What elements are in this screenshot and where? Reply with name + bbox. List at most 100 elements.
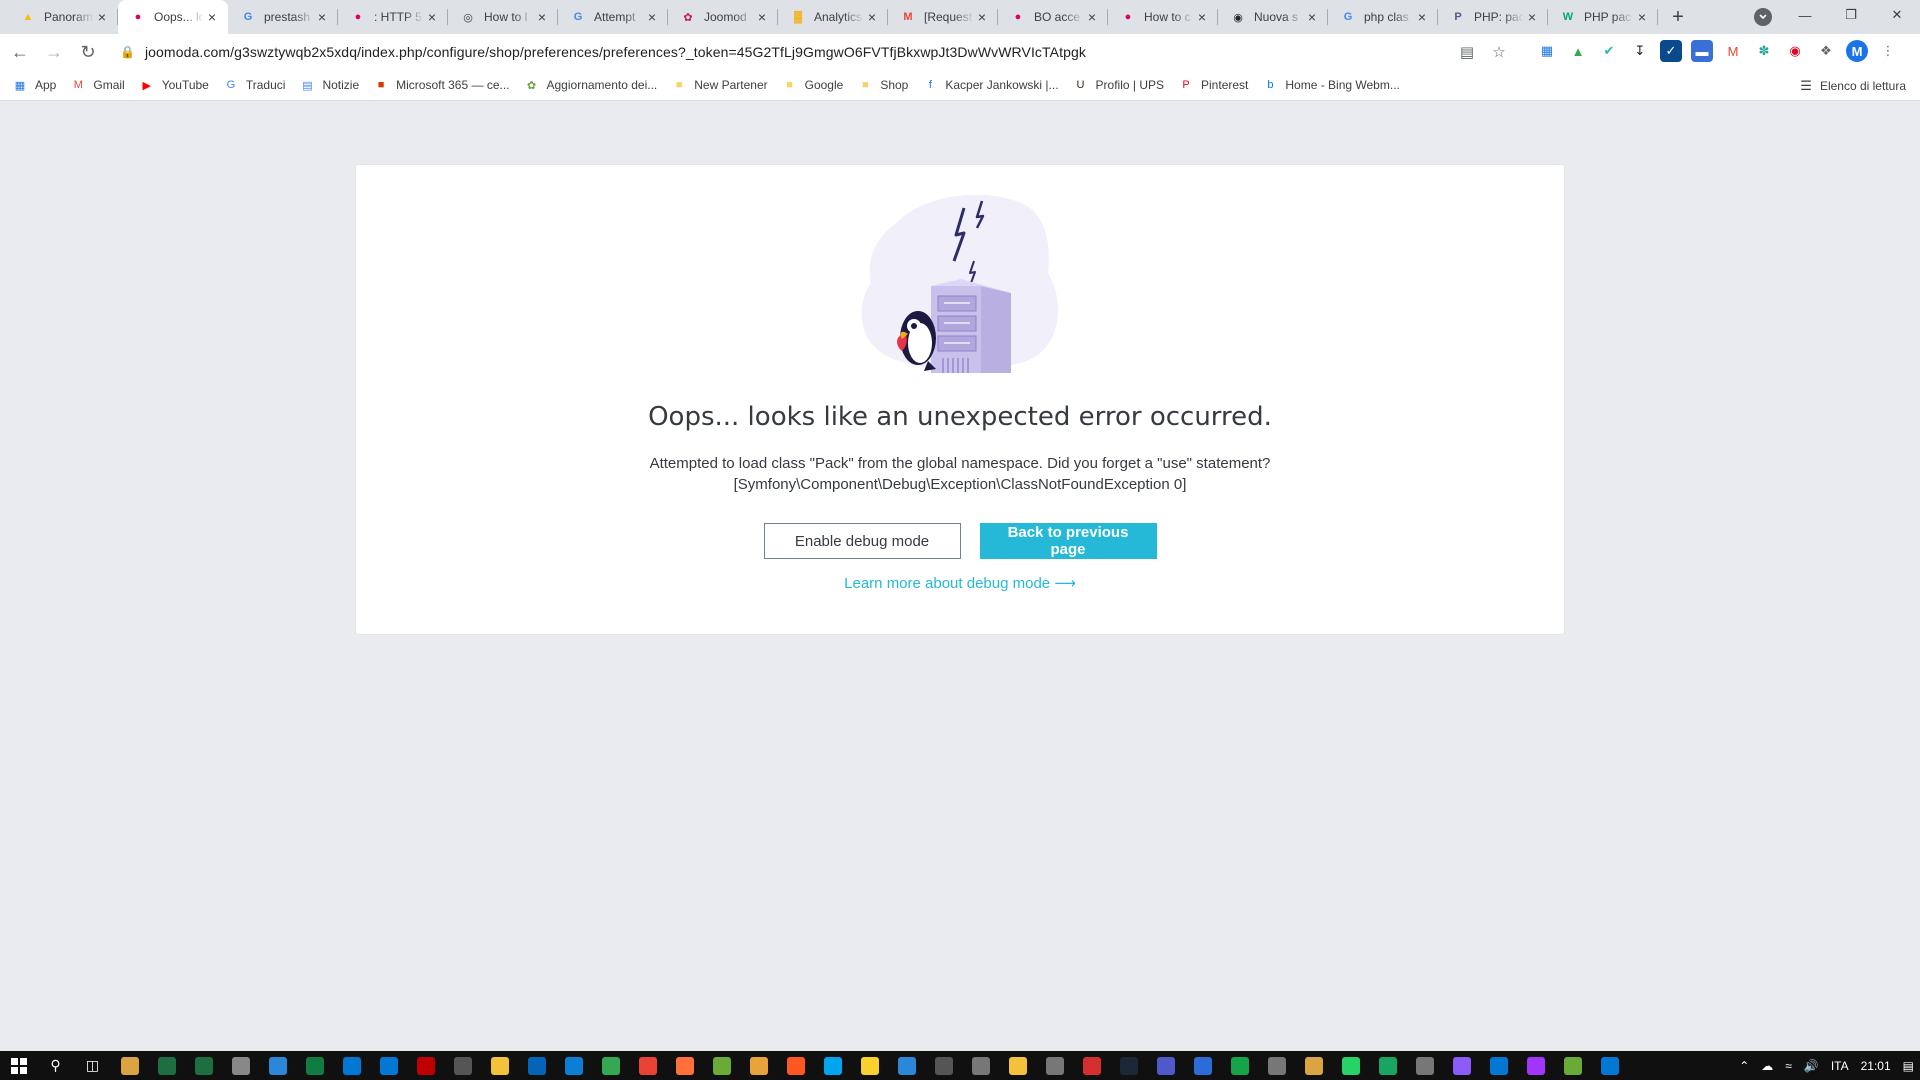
- excel-icon[interactable]: [148, 1051, 185, 1080]
- tab-6[interactable]: ✿ Joomod ×: [668, 0, 778, 34]
- close-tab-icon[interactable]: ×: [1084, 9, 1100, 25]
- close-tab-icon[interactable]: ×: [974, 9, 990, 25]
- app-icon[interactable]: [1406, 1051, 1443, 1080]
- tab-8[interactable]: M [Request ×: [888, 0, 998, 34]
- messenger-icon[interactable]: [1517, 1051, 1554, 1080]
- language-indicator[interactable]: ITA: [1831, 1059, 1849, 1073]
- url-text[interactable]: joomoda.com/g3swztywqb2x5xdq/index.php/c…: [145, 44, 1086, 60]
- tab-13[interactable]: P PHP: pac ×: [1438, 0, 1548, 34]
- onedrive-icon[interactable]: [518, 1051, 555, 1080]
- teams-icon[interactable]: [1147, 1051, 1184, 1080]
- edge-icon[interactable]: [555, 1051, 592, 1080]
- bookmark-star-icon[interactable]: ☆: [1490, 43, 1508, 61]
- close-tab-icon[interactable]: ×: [1524, 9, 1540, 25]
- close-tab-icon[interactable]: ×: [1414, 9, 1430, 25]
- reading-list[interactable]: ☰ Elenco di lettura: [1800, 78, 1906, 94]
- reload-icon[interactable]: ↻: [74, 38, 102, 66]
- close-tab-icon[interactable]: ×: [754, 9, 770, 25]
- tab-5[interactable]: G Attempt ×: [558, 0, 668, 34]
- clock[interactable]: 21:01: [1861, 1059, 1891, 1073]
- tab-2[interactable]: Gprestash ×: [228, 0, 338, 34]
- extension-icon[interactable]: ✓: [1660, 40, 1682, 62]
- bookmark-item[interactable]: ■ Microsoft 365 — ce...: [373, 77, 510, 93]
- app-icon[interactable]: [1554, 1051, 1591, 1080]
- tab-4[interactable]: ◎ How to l ×: [448, 0, 558, 34]
- menu-dots-icon[interactable]: ⋮: [1877, 40, 1899, 62]
- steam-icon[interactable]: [1110, 1051, 1147, 1080]
- app-icon[interactable]: [777, 1051, 814, 1080]
- lock-icon[interactable]: 🔒: [120, 45, 135, 59]
- gmail-extension-icon[interactable]: M: [1722, 40, 1744, 62]
- back-arrow-icon[interactable]: ←: [6, 38, 34, 66]
- bookmark-item[interactable]: ■ New Partener: [671, 77, 768, 93]
- app-icon[interactable]: [1480, 1051, 1517, 1080]
- back-to-previous-page-button[interactable]: Back to previous page: [979, 523, 1157, 559]
- store-icon[interactable]: [444, 1051, 481, 1080]
- app-icon[interactable]: [703, 1051, 740, 1080]
- calculator-icon[interactable]: [925, 1051, 962, 1080]
- close-tab-icon[interactable]: ×: [1194, 9, 1210, 25]
- close-tab-icon[interactable]: ×: [204, 9, 220, 25]
- bookmark-item[interactable]: ✿ Aggiornamento dei...: [524, 77, 657, 93]
- mail-icon[interactable]: [370, 1051, 407, 1080]
- restore-icon[interactable]: ❐: [1828, 0, 1874, 30]
- task-view-icon[interactable]: ◫: [74, 1051, 111, 1080]
- explorer-icon[interactable]: [481, 1051, 518, 1080]
- outlook-icon[interactable]: [333, 1051, 370, 1080]
- app-icon[interactable]: [1036, 1051, 1073, 1080]
- bookmark-item[interactable]: M Gmail: [70, 77, 125, 93]
- file-manager-icon[interactable]: [111, 1051, 148, 1080]
- bookmark-item[interactable]: ■ Google: [782, 77, 843, 93]
- close-tab-icon[interactable]: ×: [1304, 9, 1320, 25]
- wifi-icon[interactable]: ≈: [1785, 1059, 1792, 1073]
- bookmark-item[interactable]: G Traduci: [223, 77, 286, 93]
- volume-icon[interactable]: 🔊: [1804, 1059, 1819, 1073]
- bookmark-item[interactable]: ▦ App: [12, 77, 57, 93]
- app-icon[interactable]: [259, 1051, 296, 1080]
- excel-icon[interactable]: [296, 1051, 333, 1080]
- app-icon[interactable]: [962, 1051, 999, 1080]
- bookmark-item[interactable]: b Home - Bing Webm...: [1262, 77, 1400, 93]
- chevron-up-icon[interactable]: ⌃: [1739, 1059, 1749, 1073]
- tab-14[interactable]: W PHP pac ×: [1548, 0, 1658, 34]
- avatar[interactable]: M: [1846, 40, 1868, 62]
- extension-icon[interactable]: ✔: [1598, 40, 1620, 62]
- acrobat-icon[interactable]: [1073, 1051, 1110, 1080]
- app-icon[interactable]: [814, 1051, 851, 1080]
- tab-0[interactable]: ▲ Panoram ×: [8, 0, 118, 34]
- bookmark-item[interactable]: ▶ YouTube: [139, 77, 208, 93]
- extension-icon[interactable]: ✽: [1753, 40, 1775, 62]
- app-icon[interactable]: [740, 1051, 777, 1080]
- bookmark-item[interactable]: ▤ Notizie: [299, 77, 359, 93]
- app-icon[interactable]: [1295, 1051, 1332, 1080]
- extension-icon[interactable]: ▦: [1536, 40, 1558, 62]
- notifications-icon[interactable]: ▤: [1903, 1059, 1914, 1073]
- bookmark-item[interactable]: P Pinterest: [1178, 77, 1248, 93]
- close-tab-icon[interactable]: ×: [314, 9, 330, 25]
- search-icon[interactable]: ⚲: [37, 1051, 74, 1080]
- close-tab-icon[interactable]: ×: [94, 9, 110, 25]
- app-icon[interactable]: [1443, 1051, 1480, 1080]
- tab-search-icon[interactable]: [1754, 8, 1772, 26]
- learn-more-link[interactable]: Learn more about debug mode ⟶: [356, 574, 1564, 592]
- windows-start-icon[interactable]: [0, 1051, 37, 1080]
- tab-7[interactable]: ▓ Analytics ×: [778, 0, 888, 34]
- tab-12[interactable]: Gphp clas ×: [1328, 0, 1438, 34]
- app-icon[interactable]: [1221, 1051, 1258, 1080]
- bookmark-item[interactable]: f Kacper Jankowski |...: [922, 77, 1059, 93]
- bookmark-item[interactable]: U Profilo | UPS: [1073, 77, 1164, 93]
- tab-10[interactable]: ● How to c ×: [1108, 0, 1218, 34]
- translate-icon[interactable]: ▤: [1458, 43, 1476, 61]
- close-tab-icon[interactable]: ×: [1634, 9, 1650, 25]
- sticky-notes-icon[interactable]: [851, 1051, 888, 1080]
- chrome-icon[interactable]: [592, 1051, 629, 1080]
- tab-3[interactable]: ●: HTTP 5 ×: [338, 0, 448, 34]
- calendar-icon[interactable]: [888, 1051, 925, 1080]
- tab-1[interactable]: ● Oops... lo ×: [118, 0, 228, 34]
- close-tab-icon[interactable]: ×: [424, 9, 440, 25]
- cloud-icon[interactable]: ☁: [1761, 1059, 1773, 1073]
- bookmark-item[interactable]: ■ Shop: [857, 77, 908, 93]
- app-icon[interactable]: [1369, 1051, 1406, 1080]
- drive-icon[interactable]: ▲: [1567, 40, 1589, 62]
- new-tab-button[interactable]: +: [1664, 0, 1692, 34]
